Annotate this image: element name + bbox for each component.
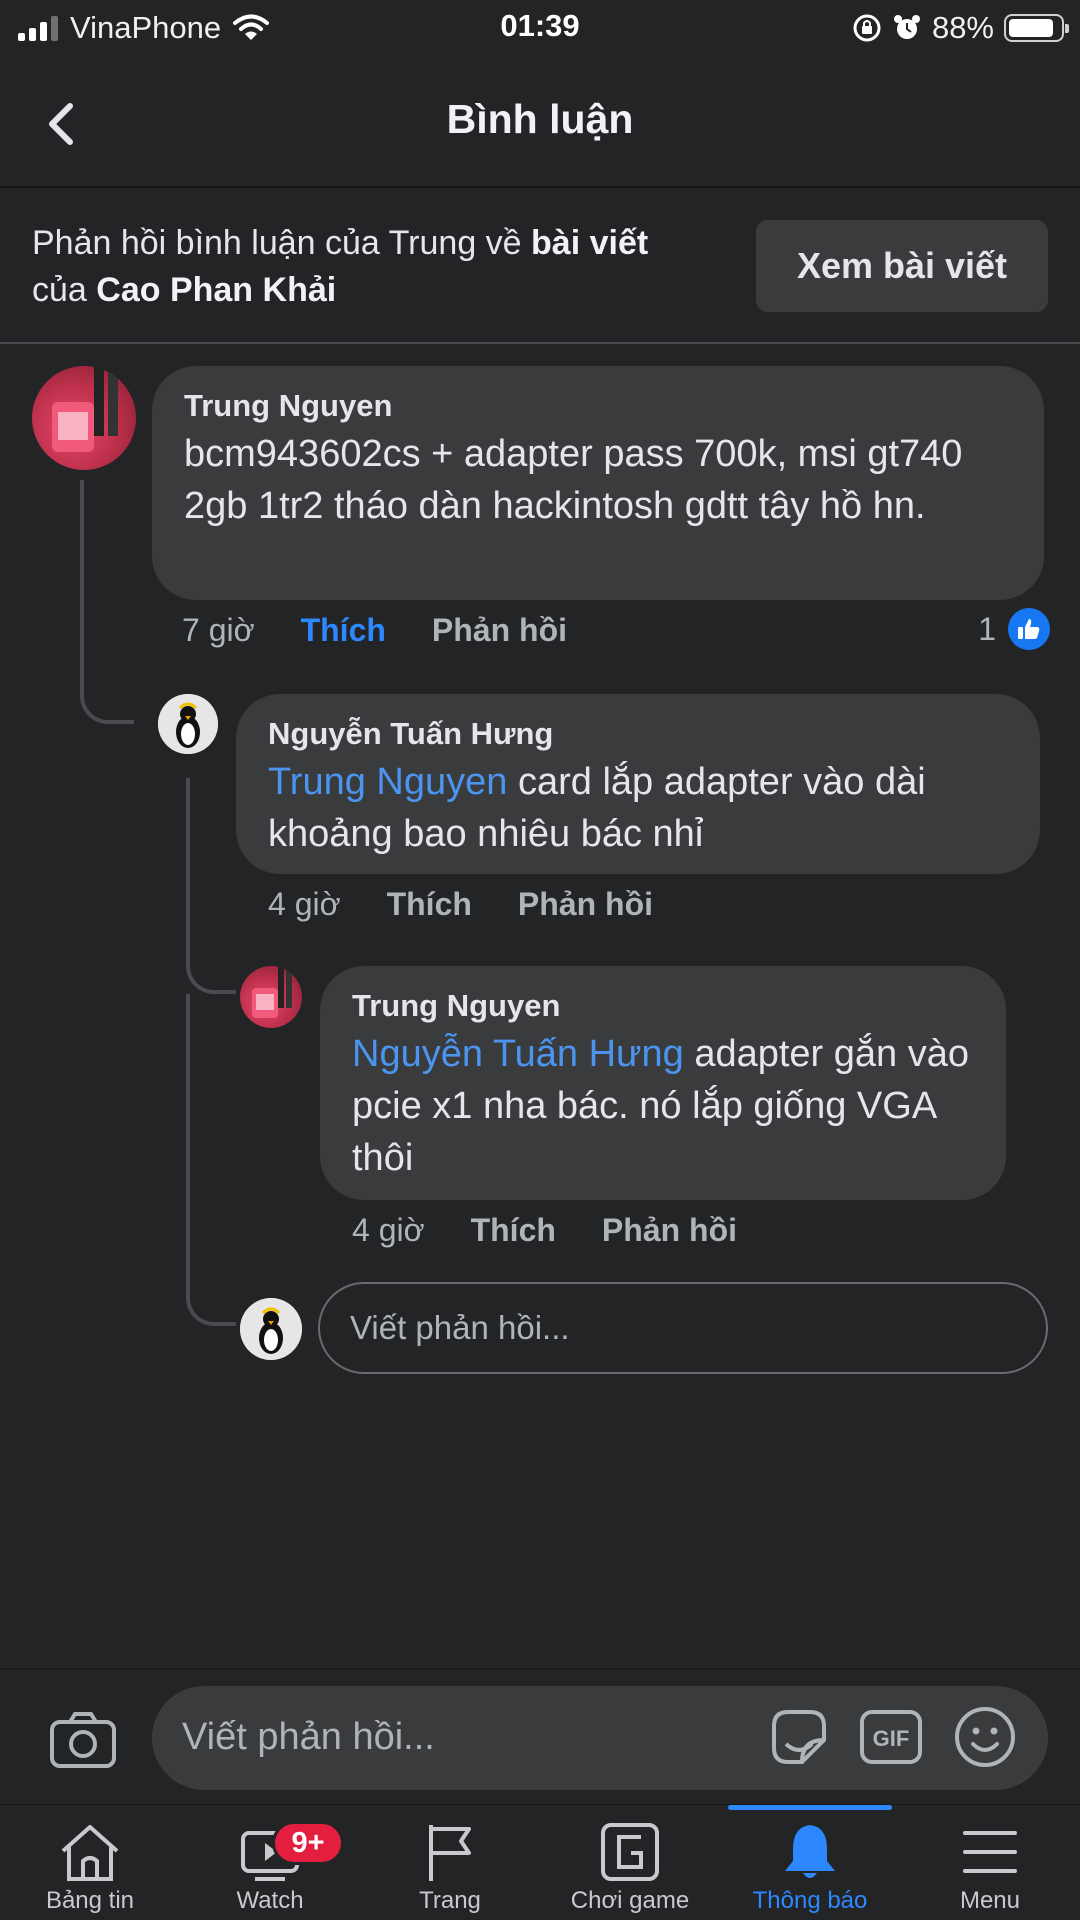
emoji-button[interactable] <box>952 1704 1018 1770</box>
mention-link[interactable]: Nguyễn Tuấn Hưng <box>352 1033 684 1075</box>
rotation-lock-icon <box>853 14 881 42</box>
header: Bình luận <box>0 56 1080 188</box>
view-post-button[interactable]: Xem bài viết <box>756 220 1048 312</box>
status-right: 88% <box>852 8 1069 48</box>
comment-text: Trung Nguyen card lắp adapter vào dài kh… <box>268 756 1008 860</box>
avatar[interactable] <box>32 366 136 470</box>
comment-author[interactable]: Trung Nguyen <box>184 386 1012 426</box>
tab-news-feed[interactable]: Bảng tin <box>0 1805 180 1920</box>
composer-placeholder: Viết phản hồi... <box>182 1716 435 1758</box>
notification-badge: 9+ <box>272 1821 344 1865</box>
sticker-icon <box>772 1710 826 1764</box>
comment-actions: 7 giờ Thích Phản hồi <box>182 612 567 649</box>
reply-button[interactable]: Phản hồi <box>602 1212 737 1249</box>
comment-text: bcm943602cs + adapter pass 700k, msi gt7… <box>184 433 963 527</box>
comment-bubble[interactable]: Trung Nguyen bcm943602cs + adapter pass … <box>152 366 1044 600</box>
tab-pages[interactable]: Trang <box>360 1805 540 1920</box>
bell-icon <box>785 1825 835 1878</box>
composer-input[interactable]: Viết phản hồi... GIF <box>152 1686 1048 1790</box>
tab-bar: Bảng tin Watch 9+ Trang Chơi game Thông … <box>0 1804 1080 1920</box>
tab-notifications[interactable]: Thông báo <box>720 1805 900 1920</box>
comment-text: Nguyễn Tuấn Hưng adapter gắn vào pcie x1… <box>352 1028 974 1184</box>
gif-button[interactable]: GIF <box>858 1704 924 1770</box>
like-button[interactable]: Thích <box>471 1212 556 1249</box>
reaction-summary[interactable]: 1 <box>978 608 1050 650</box>
like-button[interactable]: Thích <box>387 886 472 923</box>
comment-time: 7 giờ <box>182 612 255 648</box>
tab-label: Menu <box>959 1887 1021 1914</box>
thread-line <box>186 994 236 1326</box>
chevron-left-icon <box>49 103 73 145</box>
comment-actions: 4 giờ Thích Phản hồi <box>268 886 653 923</box>
comment-composer: Viết phản hồi... GIF <box>0 1668 1080 1804</box>
reply-context-text: Phản hồi bình luận của Trung về bài viết… <box>32 220 722 314</box>
context-middle: của <box>32 271 97 309</box>
comment-author[interactable]: Trung Nguyen <box>352 986 974 1026</box>
avatar[interactable] <box>240 966 302 1028</box>
reply-context-bar: Phản hồi bình luận của Trung về bài viết… <box>0 190 1080 344</box>
status-bar: VinaPhone 01:39 88% <box>0 0 1080 56</box>
camera-icon <box>50 1712 116 1768</box>
mention-link[interactable]: Trung Nguyen <box>268 761 507 803</box>
tab-label: Bảng tin <box>45 1887 135 1914</box>
tab-watch[interactable]: Watch <box>180 1805 360 1920</box>
tab-label: Trang <box>419 1887 481 1914</box>
like-button[interactable]: Thích <box>301 612 386 649</box>
thread-line <box>80 480 134 724</box>
comment-actions: 4 giờ Thích Phản hồi <box>352 1212 737 1249</box>
battery-icon <box>1004 14 1069 42</box>
comment-bubble[interactable]: Trung Nguyen Nguyễn Tuấn Hưng adapter gắ… <box>320 966 1006 1200</box>
emoji-icon <box>955 1707 1015 1767</box>
page-title: Bình luận <box>446 96 634 142</box>
avatar-image <box>252 966 292 1018</box>
tab-label: Thông báo <box>752 1887 868 1914</box>
avatar-image <box>240 1298 302 1360</box>
tab-gaming[interactable]: Chơi game <box>540 1805 720 1920</box>
gaming-icon <box>601 1823 659 1881</box>
battery-percent: 88% <box>931 10 994 45</box>
context-prefix: Phản hồi bình luận của Trung về <box>32 224 532 262</box>
tab-label: Chơi game <box>570 1887 690 1914</box>
comment-author[interactable]: Nguyễn Tuấn Hưng <box>268 714 1008 754</box>
back-button[interactable] <box>34 94 94 154</box>
gif-icon: GIF <box>860 1710 922 1764</box>
reply-button[interactable]: Phản hồi <box>432 612 567 649</box>
like-count: 1 <box>978 610 996 647</box>
comment-bubble[interactable]: Nguyễn Tuấn Hưng Trung Nguyen card lắp a… <box>236 694 1040 874</box>
post-link[interactable]: bài viết <box>531 224 648 262</box>
tab-menu[interactable]: Menu <box>900 1805 1080 1920</box>
tab-label: Watch <box>236 1887 304 1914</box>
camera-button[interactable] <box>48 1706 118 1776</box>
menu-icon <box>963 1831 1017 1873</box>
flag-icon <box>429 1825 471 1881</box>
comment-time: 4 giờ <box>352 1212 425 1248</box>
reply-input[interactable]: Viết phản hồi... <box>318 1282 1048 1374</box>
home-icon <box>61 1825 119 1881</box>
sticker-button[interactable] <box>766 1704 832 1770</box>
avatar[interactable] <box>158 694 218 754</box>
thread-line <box>186 778 236 994</box>
current-user-avatar <box>240 1298 302 1360</box>
reply-button[interactable]: Phản hồi <box>518 886 653 923</box>
reply-input-placeholder: Viết phản hồi... <box>350 1309 570 1346</box>
thumbs-up-icon <box>1008 608 1050 650</box>
post-author-link[interactable]: Cao Phan Khải <box>96 271 336 309</box>
avatar-image <box>52 366 118 452</box>
avatar-image <box>158 694 218 754</box>
comment-time: 4 giờ <box>268 886 341 922</box>
alarm-icon <box>893 15 920 39</box>
gif-label: GIF <box>873 1726 910 1751</box>
